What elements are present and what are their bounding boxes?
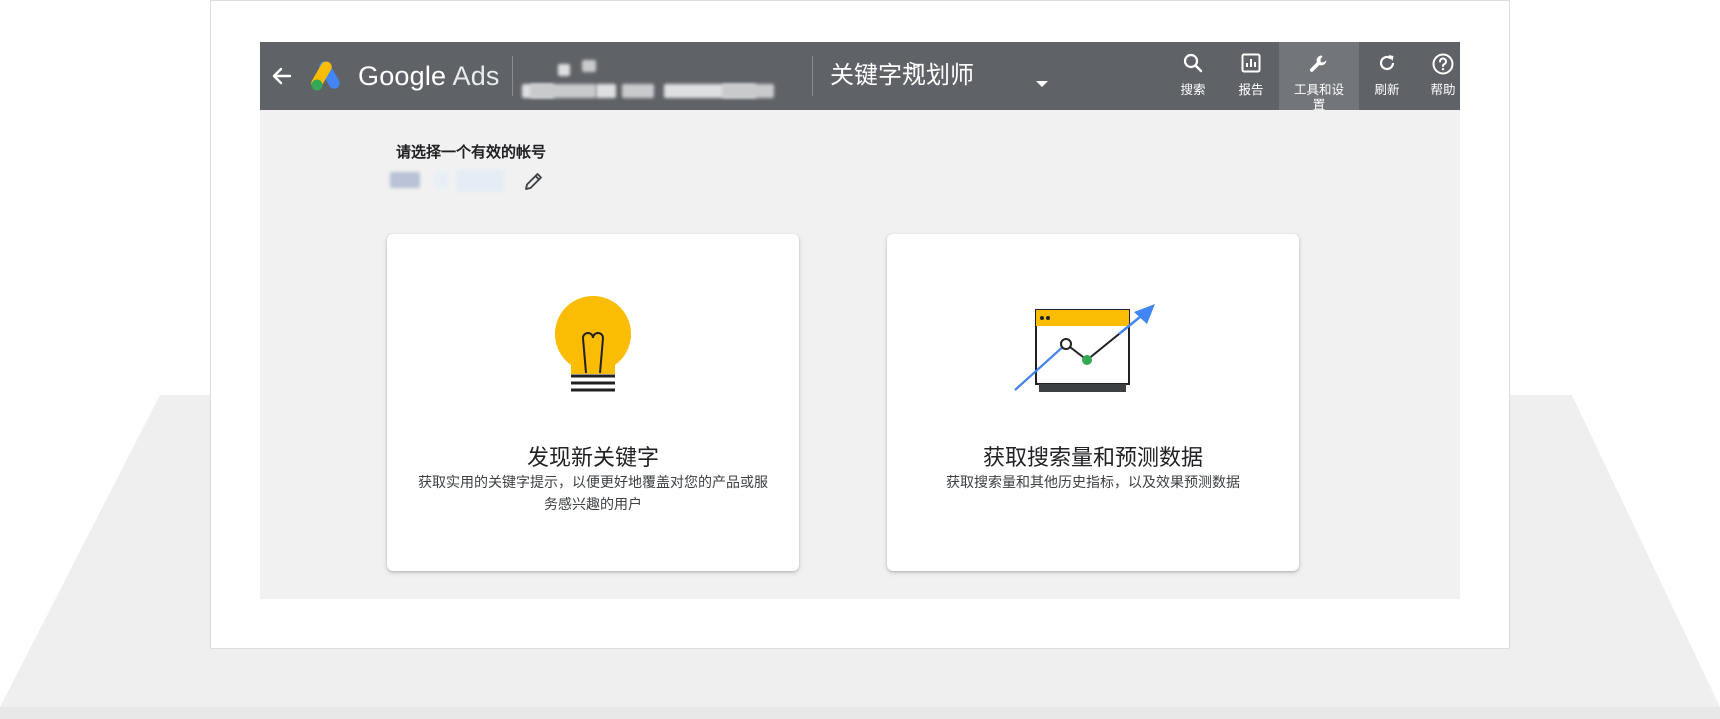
forecast-card[interactable]: 获取搜索量和预测数据 获取搜索量和其他历史指标，以及效果预测数据 bbox=[887, 234, 1299, 571]
nav-tools-settings[interactable]: 工具和设置 bbox=[1279, 42, 1359, 112]
divider bbox=[512, 56, 513, 96]
account-selector[interactable]: > bbox=[522, 50, 1048, 102]
redacted-account bbox=[390, 172, 420, 188]
nav-help-label: 帮助 bbox=[1430, 82, 1456, 97]
nav-search-label: 搜索 bbox=[1180, 82, 1206, 97]
account-prompt: 请选择一个有效的帐号 bbox=[396, 143, 547, 161]
nav-reports[interactable]: 报告 bbox=[1223, 42, 1279, 110]
background-stand-edge bbox=[0, 707, 1720, 719]
account-value bbox=[390, 168, 520, 198]
card-description: 获取实用的关键字提示，以便更好地覆盖对您的产品或服务感兴趣的用户 bbox=[418, 475, 768, 513]
redacted-text bbox=[622, 84, 654, 98]
page-title: 关键字规划师 bbox=[830, 61, 974, 89]
redacted-text bbox=[530, 84, 596, 98]
wrench-icon bbox=[1309, 55, 1327, 72]
google-ads-logo bbox=[311, 61, 340, 91]
card-title: 获取搜索量和预测数据 bbox=[982, 446, 1203, 471]
brand-google: Google bbox=[358, 61, 447, 91]
pencil-icon bbox=[525, 173, 542, 190]
back-button[interactable] bbox=[266, 60, 298, 92]
divider bbox=[812, 56, 813, 96]
brand-name: Google Ads bbox=[358, 59, 500, 93]
nav-reports-label: 报告 bbox=[1238, 82, 1264, 97]
redacted-text bbox=[558, 64, 570, 76]
brand-ads: Ads bbox=[452, 61, 500, 91]
refresh-icon bbox=[1379, 55, 1395, 71]
redacted-text bbox=[582, 60, 596, 72]
top-bar: Google Ads > 关键字规划师 搜索 报告 工具和设置 刷新 帮助 bbox=[260, 42, 1460, 112]
discover-keywords-card[interactable]: 发现新关键字 获取实用的关键字提示，以便更好地覆盖对您的产品或服务感兴趣的用户 bbox=[387, 234, 799, 571]
nav-refresh-label: 刷新 bbox=[1374, 82, 1400, 97]
nav-search[interactable]: 搜索 bbox=[1165, 42, 1221, 110]
redacted-account bbox=[434, 172, 448, 188]
reports-icon bbox=[1241, 53, 1261, 73]
app-window: Google Ads > 关键字规划师 搜索 报告 工具和设置 刷新 帮助 请选… bbox=[260, 42, 1460, 599]
forecast-chart-icon bbox=[1014, 304, 1155, 392]
arrow-back-icon bbox=[272, 67, 292, 85]
lightbulb-icon bbox=[554, 296, 632, 392]
redacted-text bbox=[596, 84, 616, 98]
search-icon bbox=[1183, 53, 1203, 73]
help-icon bbox=[1432, 53, 1454, 75]
nav-tools-label: 工具和设置 bbox=[1293, 82, 1344, 112]
card-title: 发现新关键字 bbox=[526, 446, 659, 471]
redacted-text bbox=[722, 84, 774, 98]
dropdown-caret-icon bbox=[1036, 81, 1048, 87]
redacted-account bbox=[456, 170, 504, 192]
nav-help[interactable]: 帮助 bbox=[1415, 42, 1460, 110]
card-description: 获取搜索量和其他历史指标，以及效果预测数据 bbox=[946, 475, 1240, 491]
edit-account-button[interactable] bbox=[522, 169, 546, 193]
nav-refresh[interactable]: 刷新 bbox=[1359, 42, 1415, 110]
